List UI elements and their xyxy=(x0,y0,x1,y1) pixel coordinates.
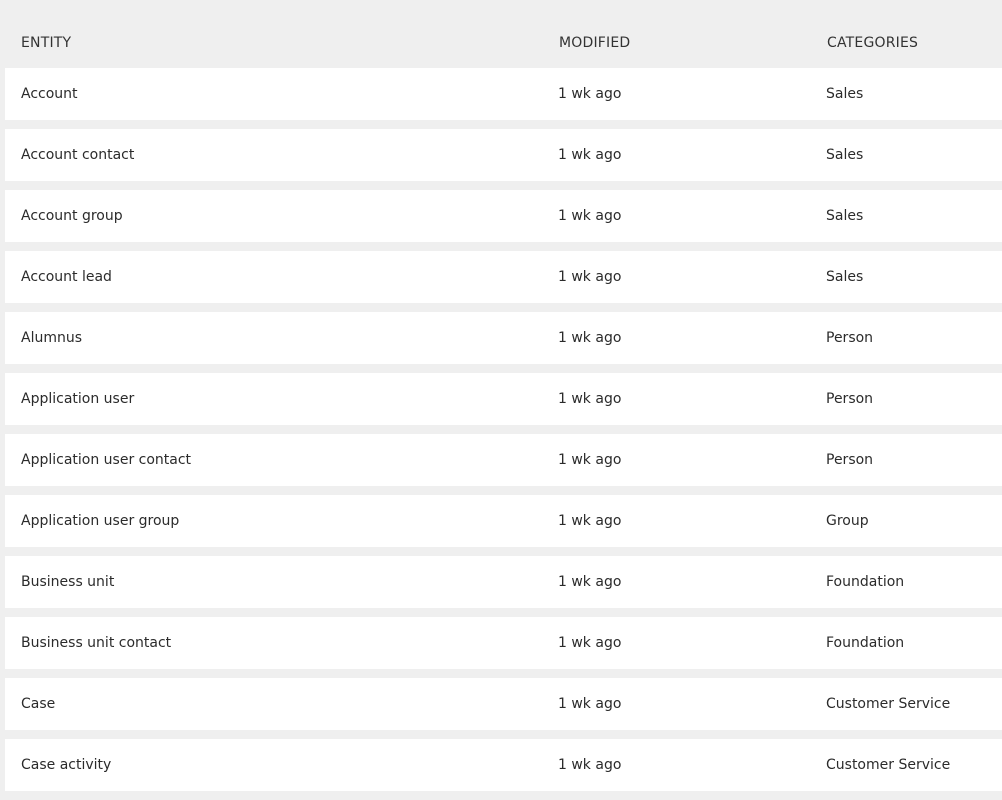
entity-category: Customer Service xyxy=(826,757,951,773)
modified-time: 1 wk ago xyxy=(558,147,622,163)
entity-name: Alumnus xyxy=(21,330,83,346)
table-row[interactable]: Application user contact 1 wk ago Person xyxy=(5,434,1002,486)
table-row[interactable]: Application user 1 wk ago Person xyxy=(5,373,1002,425)
entity-name: Case xyxy=(21,696,56,712)
modified-time: 1 wk ago xyxy=(558,330,622,346)
modified-time: 1 wk ago xyxy=(558,452,622,468)
table-row[interactable]: Application user group 1 wk ago Group xyxy=(5,495,1002,547)
modified-time: 1 wk ago xyxy=(558,86,622,102)
modified-time: 1 wk ago xyxy=(558,757,622,773)
entity-category: Sales xyxy=(826,147,864,163)
entity-name: Application user contact xyxy=(21,452,192,468)
column-header-modified[interactable]: MODIFIED xyxy=(559,35,630,51)
entity-name: Application user xyxy=(21,391,135,407)
entity-name: Case activity xyxy=(21,757,112,773)
modified-time: 1 wk ago xyxy=(558,391,622,407)
column-header-categories[interactable]: CATEGORIES xyxy=(827,35,918,51)
entity-name: Account contact xyxy=(21,147,135,163)
entity-category: Person xyxy=(826,452,874,468)
entity-category: Person xyxy=(826,391,874,407)
modified-time: 1 wk ago xyxy=(558,208,622,224)
entity-category: Sales xyxy=(826,86,864,102)
entity-name: Account xyxy=(21,86,78,102)
table-row[interactable]: Account 1 wk ago Sales xyxy=(5,68,1002,120)
table-body: Account 1 wk ago Sales Account contact 1… xyxy=(5,68,1002,791)
table-row[interactable]: Case activity 1 wk ago Customer Service xyxy=(5,739,1002,791)
modified-time: 1 wk ago xyxy=(558,574,622,590)
entity-category: Person xyxy=(826,330,874,346)
modified-time: 1 wk ago xyxy=(558,635,622,651)
table-row[interactable]: Account group 1 wk ago Sales xyxy=(5,190,1002,242)
entity-name: Application user group xyxy=(21,513,180,529)
column-header-entity[interactable]: ENTITY xyxy=(21,35,71,51)
entity-name: Business unit xyxy=(21,574,115,590)
table-row[interactable]: Alumnus 1 wk ago Person xyxy=(5,312,1002,364)
entity-category: Foundation xyxy=(826,574,905,590)
table-row[interactable]: Business unit 1 wk ago Foundation xyxy=(5,556,1002,608)
modified-time: 1 wk ago xyxy=(558,696,622,712)
table-row[interactable]: Case 1 wk ago Customer Service xyxy=(5,678,1002,730)
entity-category: Foundation xyxy=(826,635,905,651)
modified-time: 1 wk ago xyxy=(558,269,622,285)
entity-category: Sales xyxy=(826,269,864,285)
entity-name: Account lead xyxy=(21,269,112,285)
entity-category: Group xyxy=(826,513,869,529)
entity-category: Customer Service xyxy=(826,696,951,712)
table-row[interactable]: Business unit contact 1 wk ago Foundatio… xyxy=(5,617,1002,669)
modified-time: 1 wk ago xyxy=(558,513,622,529)
table-row[interactable]: Account contact 1 wk ago Sales xyxy=(5,129,1002,181)
entity-name: Business unit contact xyxy=(21,635,172,651)
entity-category: Sales xyxy=(826,208,864,224)
entity-table: ENTITY MODIFIED CATEGORIES Account 1 wk … xyxy=(5,5,1002,800)
table-row[interactable]: Account lead 1 wk ago Sales xyxy=(5,251,1002,303)
table-header: ENTITY MODIFIED CATEGORIES xyxy=(5,5,1002,68)
entity-name: Account group xyxy=(21,208,123,224)
